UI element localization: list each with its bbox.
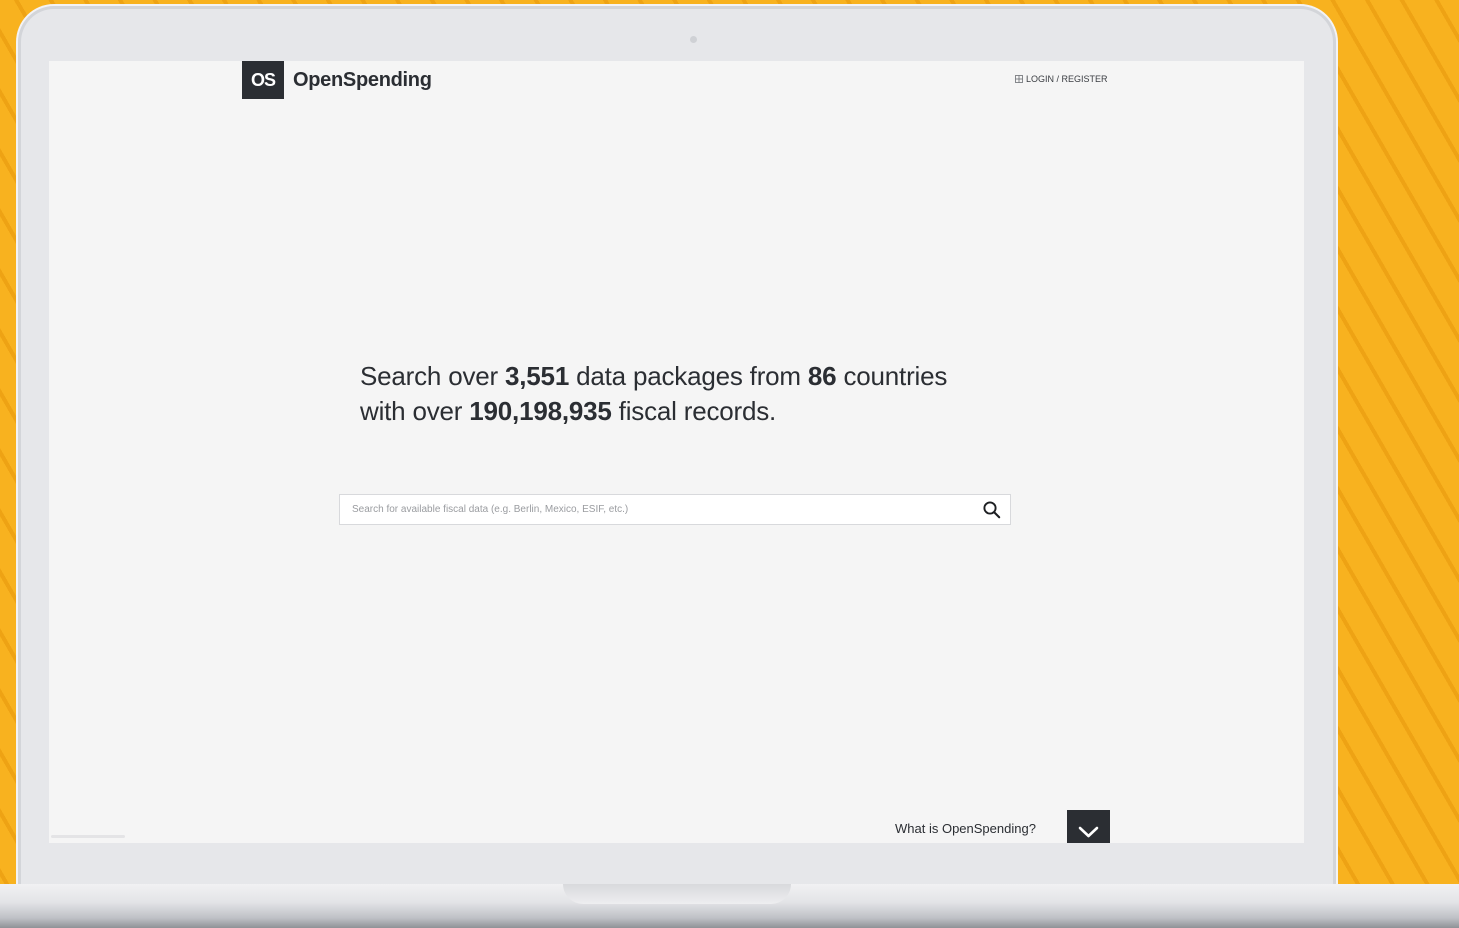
status-bar-hint — [51, 835, 125, 838]
hero-line-2: with over 190,198,935 fiscal records. — [360, 394, 1060, 429]
hero-line-1: Search over 3,551 data packages from 86 … — [360, 359, 1060, 394]
what-is-openspending-link[interactable]: What is OpenSpending? — [895, 821, 1036, 836]
scroll-down-button[interactable] — [1067, 810, 1110, 843]
hero-headline: Search over 3,551 data packages from 86 … — [360, 359, 1060, 429]
hero-text: data packages from — [569, 361, 808, 391]
logo[interactable]: OS OpenSpending — [242, 61, 432, 99]
login-register-label: LOGIN / REGISTER — [1026, 74, 1108, 84]
camera — [690, 36, 697, 43]
records-count: 190,198,935 — [469, 396, 612, 426]
login-icon — [1015, 75, 1023, 83]
hero-text: countries — [836, 361, 948, 391]
browser-viewport: OS OpenSpending LOGIN / REGISTER Search … — [49, 61, 1304, 843]
countries-count: 86 — [807, 361, 837, 391]
laptop-notch — [563, 884, 791, 904]
login-register-link[interactable]: LOGIN / REGISTER — [1015, 74, 1108, 84]
logo-mark: OS — [242, 61, 284, 99]
search-icon[interactable] — [982, 500, 1002, 520]
hero-text: fiscal records. — [611, 396, 777, 426]
search-box — [339, 494, 1011, 525]
hero-text: Search over — [360, 361, 506, 391]
search-input[interactable] — [340, 495, 970, 524]
logo-text: OpenSpending — [293, 68, 432, 91]
packages-count: 3,551 — [505, 361, 570, 391]
chevron-down-icon — [1078, 826, 1099, 838]
hero-text: with over — [360, 396, 470, 426]
